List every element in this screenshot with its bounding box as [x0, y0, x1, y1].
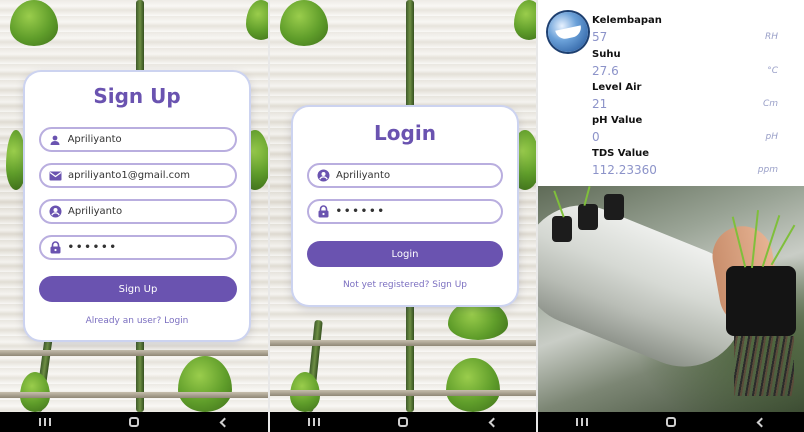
net-pot [578, 204, 598, 230]
roots [734, 336, 794, 396]
tds-label: TDS Value [592, 148, 650, 159]
signup-card: Sign Up Apriliyanto apriliyanto1@gmail.c… [25, 72, 249, 340]
person-icon [49, 133, 62, 147]
ph-value: 0 [592, 130, 600, 144]
home-icon [128, 417, 139, 427]
net-pot [604, 194, 624, 220]
humidity-unit: RH [764, 32, 778, 42]
recent-apps-button[interactable] [303, 415, 325, 429]
app-logo-icon [548, 12, 588, 52]
password-input[interactable] [67, 242, 235, 253]
rail [270, 340, 536, 346]
name-field[interactable] [39, 127, 237, 152]
app-screens-collage: Sign Up Apriliyanto apriliyanto1@gmail.c… [0, 0, 804, 432]
leaf [448, 300, 508, 340]
android-nav-bar [0, 412, 268, 432]
login-button[interactable]: Login [307, 241, 503, 267]
water-level-unit: Cm [762, 99, 778, 109]
net-pot [552, 216, 572, 242]
home-icon [665, 417, 676, 427]
water-level-label: Level Air [592, 82, 642, 93]
login-screen: Login Login Not yet registered? Sign Up [270, 0, 536, 432]
email-field[interactable] [39, 163, 237, 188]
home-button[interactable] [123, 415, 145, 429]
lock-icon [49, 241, 62, 255]
password-field[interactable] [307, 199, 503, 224]
humidity-label: Kelembapan [592, 15, 662, 26]
back-button[interactable] [481, 415, 503, 429]
recent-apps-icon [38, 418, 51, 426]
leaf [6, 130, 26, 190]
android-nav-bar [270, 412, 536, 432]
username-input[interactable] [68, 206, 235, 217]
login-link[interactable]: Already an user? Login [25, 316, 249, 326]
login-card: Login Login Not yet registered? Sign Up [293, 107, 517, 305]
login-title: Login [374, 121, 436, 145]
back-icon [756, 417, 767, 427]
tds-value: 112.23360 [592, 163, 657, 177]
leaf [280, 0, 328, 46]
rail [0, 392, 268, 398]
username-field[interactable] [307, 163, 503, 188]
password-input[interactable] [335, 206, 501, 217]
username-field[interactable] [39, 199, 237, 224]
android-nav-bar [538, 412, 804, 432]
home-icon [397, 417, 408, 427]
rail [270, 390, 536, 396]
seedling-pot [726, 266, 796, 336]
temperature-label: Suhu [592, 49, 621, 60]
mail-icon [49, 169, 62, 183]
hydroponics-photo [538, 186, 804, 412]
ph-unit: pH [765, 132, 778, 142]
account-circle-icon [49, 205, 62, 219]
recent-apps-icon [576, 418, 589, 426]
password-field[interactable] [39, 235, 237, 260]
recent-apps-button[interactable] [34, 415, 56, 429]
username-input[interactable] [336, 170, 501, 181]
email-input[interactable] [68, 170, 235, 181]
leaf [514, 0, 536, 40]
rail [0, 350, 268, 356]
name-input[interactable] [67, 134, 235, 145]
back-button[interactable] [749, 415, 771, 429]
back-icon [219, 417, 230, 427]
leaf [446, 358, 500, 412]
temperature-unit: °C [767, 66, 778, 76]
signup-screen: Sign Up Apriliyanto apriliyanto1@gmail.c… [0, 0, 268, 432]
lock-icon [317, 205, 330, 219]
tds-unit: ppm [757, 165, 778, 175]
recent-apps-icon [308, 418, 321, 426]
ph-label: pH Value [592, 115, 643, 126]
water-level-value: 21 [592, 97, 608, 111]
monitoring-screen: Kelembapan 57 RH Suhu 27.6 °C Level Air … [538, 0, 804, 432]
signup-button[interactable]: Sign Up [39, 276, 237, 302]
signup-title: Sign Up [93, 84, 181, 108]
temperature-value: 27.6 [592, 64, 619, 78]
back-button[interactable] [212, 415, 234, 429]
humidity-value: 57 [592, 30, 608, 44]
leaf [178, 356, 232, 412]
signup-link[interactable]: Not yet registered? Sign Up [293, 280, 517, 290]
recent-apps-button[interactable] [571, 415, 593, 429]
home-button[interactable] [660, 415, 682, 429]
sprout [583, 186, 591, 206]
home-button[interactable] [392, 415, 414, 429]
back-icon [488, 417, 499, 427]
leaf [246, 0, 268, 40]
account-circle-icon [317, 169, 330, 183]
leaf [10, 0, 58, 46]
